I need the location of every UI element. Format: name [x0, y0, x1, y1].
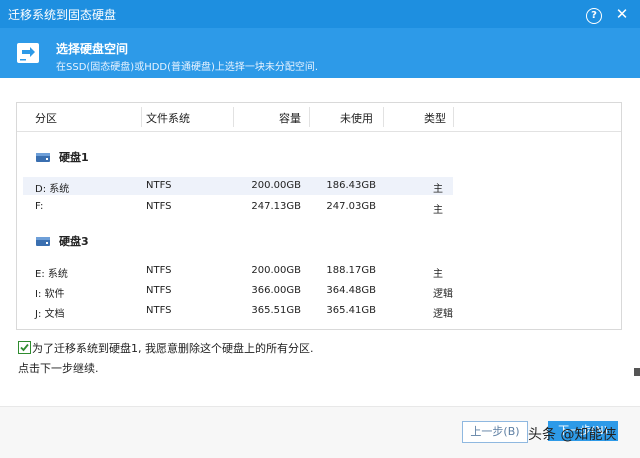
hard-disk-icon [36, 153, 50, 162]
capacity-cell: 365.51GB [251, 305, 301, 316]
column-divider [383, 107, 384, 127]
previous-button[interactable]: 上一步(B) [462, 421, 528, 443]
capacity-cell: 200.00GB [251, 180, 301, 191]
column-header-partition[interactable]: 分区 [35, 110, 57, 126]
column-header-capacity[interactable]: 容量 [279, 110, 301, 126]
step-title: 选择硬盘空间 [56, 42, 129, 56]
type-cell: 主 [433, 184, 443, 195]
table-row[interactable]: D: 系统 NTFS 200.00GB 186.43GB 主 [23, 177, 453, 195]
unused-cell: 186.43GB [326, 180, 376, 191]
table-header: 分区 文件系统 容量 未使用 类型 [17, 103, 621, 132]
partition-cell: J: 文档 [35, 309, 65, 320]
help-icon: ? [586, 8, 602, 24]
partition-table: 分区 文件系统 容量 未使用 类型 硬盘1 D: 系统 NTFS 200.00G… [16, 102, 622, 330]
disk-group-label: 硬盘1 [35, 149, 89, 165]
instruction-text: 点击下一步继续. [18, 362, 99, 375]
capacity-cell: 200.00GB [251, 265, 301, 276]
unused-cell: 247.03GB [326, 201, 376, 212]
scrollbar-stub [634, 368, 640, 376]
column-header-type[interactable]: 类型 [424, 110, 446, 126]
checkmark-icon [20, 343, 29, 352]
unused-cell: 188.17GB [326, 265, 376, 276]
partition-cell: F: [35, 201, 44, 212]
unused-cell: 364.48GB [326, 285, 376, 296]
filesystem-cell: NTFS [146, 305, 172, 316]
disk-group-label: 硬盘3 [35, 233, 89, 249]
column-divider [233, 107, 234, 127]
column-header-filesystem[interactable]: 文件系统 [146, 110, 190, 126]
type-cell: 逻辑 [433, 289, 453, 300]
capacity-cell: 247.13GB [251, 201, 301, 212]
partition-cell: I: 软件 [35, 289, 65, 300]
unused-cell: 365.41GB [326, 305, 376, 316]
consent-label: 为了迁移系统到硬盘1, 我愿意删除这个硬盘上的所有分区. [32, 342, 314, 355]
watermark: 头条 @知能侠 [528, 427, 617, 443]
column-divider [141, 107, 142, 127]
column-header-unused[interactable]: 未使用 [340, 110, 373, 126]
disk-name: 硬盘1 [59, 151, 89, 164]
window-title: 迁移系统到固态硬盘 [8, 8, 117, 22]
step-header: 选择硬盘空间 在SSD(固态硬盘)或HDD(普通硬盘)上选择一块未分配空间. [0, 28, 640, 78]
filesystem-cell: NTFS [146, 265, 172, 276]
consent-checkbox[interactable] [18, 341, 31, 354]
column-divider [309, 107, 310, 127]
migrate-os-dialog: 迁移系统到固态硬盘 ? ✕ 选择硬盘空间 在SSD(固态硬盘)或HDD(普通硬盘… [0, 0, 640, 458]
filesystem-cell: NTFS [146, 201, 172, 212]
partition-cell: E: 系统 [35, 269, 68, 280]
title-bar: 迁移系统到固态硬盘 ? ✕ [0, 0, 640, 28]
hard-disk-icon [36, 237, 50, 246]
help-button[interactable]: ? [584, 4, 604, 24]
type-cell: 主 [433, 269, 443, 280]
close-button[interactable]: ✕ [612, 4, 632, 24]
partition-cell: D: 系统 [35, 184, 70, 195]
table-row[interactable]: E: 系统 NTFS 200.00GB 188.17GB 主 [23, 262, 453, 280]
filesystem-cell: NTFS [146, 180, 172, 191]
filesystem-cell: NTFS [146, 285, 172, 296]
ssd-migrate-icon [17, 43, 39, 63]
close-icon: ✕ [615, 5, 629, 23]
type-cell: 逻辑 [433, 309, 453, 320]
table-row[interactable]: J: 文档 NTFS 365.51GB 365.41GB 逻辑 [23, 302, 453, 320]
disk-name: 硬盘3 [59, 235, 89, 248]
type-cell: 主 [433, 205, 443, 216]
step-subtitle: 在SSD(固态硬盘)或HDD(普通硬盘)上选择一块未分配空间. [56, 62, 319, 73]
table-row[interactable]: I: 软件 NTFS 366.00GB 364.48GB 逻辑 [23, 282, 453, 300]
table-row[interactable]: F: NTFS 247.13GB 247.03GB 主 [23, 198, 453, 216]
column-divider [453, 107, 454, 127]
capacity-cell: 366.00GB [251, 285, 301, 296]
